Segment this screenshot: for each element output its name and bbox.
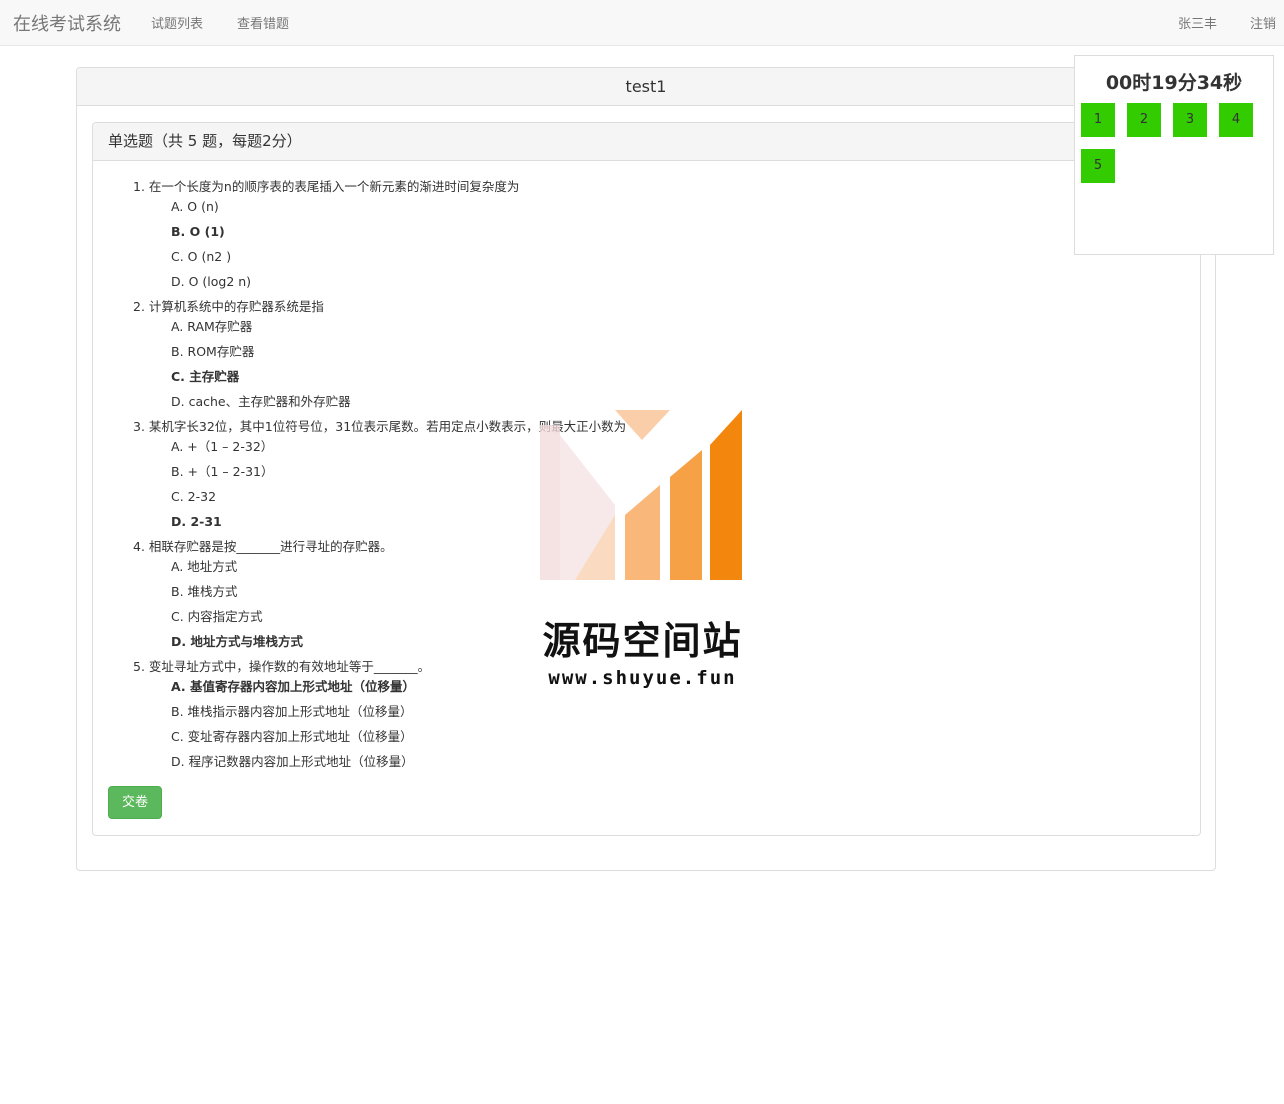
option-c[interactable]: C. 变址寄存器内容加上形式地址（位移量） (133, 727, 1173, 752)
question-title: 4. 相联存贮器是按_______进行寻址的存贮器。 (133, 539, 393, 554)
question-4: 4. 相联存贮器是按_______进行寻址的存贮器。 A. 地址方式 B. 堆栈… (133, 537, 1173, 657)
option-d[interactable]: D. O (log2 n) (133, 272, 1173, 297)
question-3: 3. 某机字长32位，其中1位符号位，31位表示尾数。若用定点小数表示，则最大正… (133, 417, 1173, 537)
option-b[interactable]: B. +（1 – 2-31） (133, 462, 1173, 487)
option-c[interactable]: C. 2-32 (133, 487, 1173, 512)
section-heading: 单选题（共 5 题，每题2分） (93, 123, 1200, 161)
option-d[interactable]: D. 程序记数器内容加上形式地址（位移量） (133, 752, 1173, 777)
question-2: 2. 计算机系统中的存贮器系统是指 A. RAM存贮器 B. ROM存贮器 C.… (133, 297, 1173, 417)
question-5: 5. 变址寻址方式中，操作数的有效地址等于_______。 A. 基值寄存器内容… (133, 657, 1173, 777)
question-title: 5. 变址寻址方式中，操作数的有效地址等于_______。 (133, 659, 431, 674)
submit-exam-button[interactable]: 交卷 (108, 786, 162, 819)
timer-panel: 00时19分34秒 1 2 3 4 5 (1074, 55, 1274, 255)
question-nav-4[interactable]: 4 (1219, 103, 1253, 137)
option-a[interactable]: A. O (n) (133, 197, 1173, 222)
option-c[interactable]: C. O (n2 ) (133, 247, 1173, 272)
nav-wrong-questions[interactable]: 查看错题 (237, 13, 289, 32)
nav-logout[interactable]: 注销 (1250, 13, 1276, 32)
countdown-timer: 00时19分34秒 (1105, 72, 1243, 94)
option-a[interactable]: A. RAM存贮器 (133, 317, 1173, 342)
option-d[interactable]: D. 地址方式与堆栈方式 (133, 632, 1173, 657)
option-c[interactable]: C. 内容指定方式 (133, 607, 1173, 632)
question-list: 1. 在一个长度为n的顺序表的表尾插入一个新元素的渐进时间复杂度为 A. O (… (133, 177, 1173, 777)
option-b[interactable]: B. ROM存贮器 (133, 342, 1173, 367)
section-panel: 单选题（共 5 题，每题2分） 1. 在一个长度为n的顺序表的表尾插入一个新元素… (92, 122, 1201, 836)
option-b[interactable]: B. 堆栈指示器内容加上形式地址（位移量） (133, 702, 1173, 727)
question-nav-3[interactable]: 3 (1173, 103, 1207, 137)
question-title: 3. 某机字长32位，其中1位符号位，31位表示尾数。若用定点小数表示，则最大正… (133, 419, 627, 434)
option-a[interactable]: A. +（1 – 2-32） (133, 437, 1173, 462)
question-title: 2. 计算机系统中的存贮器系统是指 (133, 299, 324, 314)
nav-question-list[interactable]: 试题列表 (151, 13, 203, 32)
brand-link[interactable]: 在线考试系统 (13, 10, 121, 36)
option-b[interactable]: B. 堆栈方式 (133, 582, 1173, 607)
option-c[interactable]: C. 主存贮器 (133, 367, 1173, 392)
option-a[interactable]: A. 基值寄存器内容加上形式地址（位移量） (133, 677, 1173, 702)
exam-title: test1 (77, 68, 1215, 106)
option-d[interactable]: D. 2-31 (133, 512, 1173, 537)
question-1: 1. 在一个长度为n的顺序表的表尾插入一个新元素的渐进时间复杂度为 A. O (… (133, 177, 1173, 297)
question-nav-2[interactable]: 2 (1127, 103, 1161, 137)
question-nav-5[interactable]: 5 (1081, 149, 1115, 183)
option-b[interactable]: B. O (1) (133, 222, 1173, 247)
navbar: 在线考试系统 试题列表 查看错题 张三丰 注销 (0, 0, 1284, 46)
question-nav-1[interactable]: 1 (1081, 103, 1115, 137)
exam-panel: test1 单选题（共 5 题，每题2分） 1. 在一个长度为n的顺序表的表尾插… (76, 67, 1216, 871)
option-a[interactable]: A. 地址方式 (133, 557, 1173, 582)
nav-user[interactable]: 张三丰 (1178, 13, 1217, 32)
option-d[interactable]: D. cache、主存贮器和外存贮器 (133, 392, 1173, 417)
question-title: 1. 在一个长度为n的顺序表的表尾插入一个新元素的渐进时间复杂度为 (133, 179, 520, 194)
